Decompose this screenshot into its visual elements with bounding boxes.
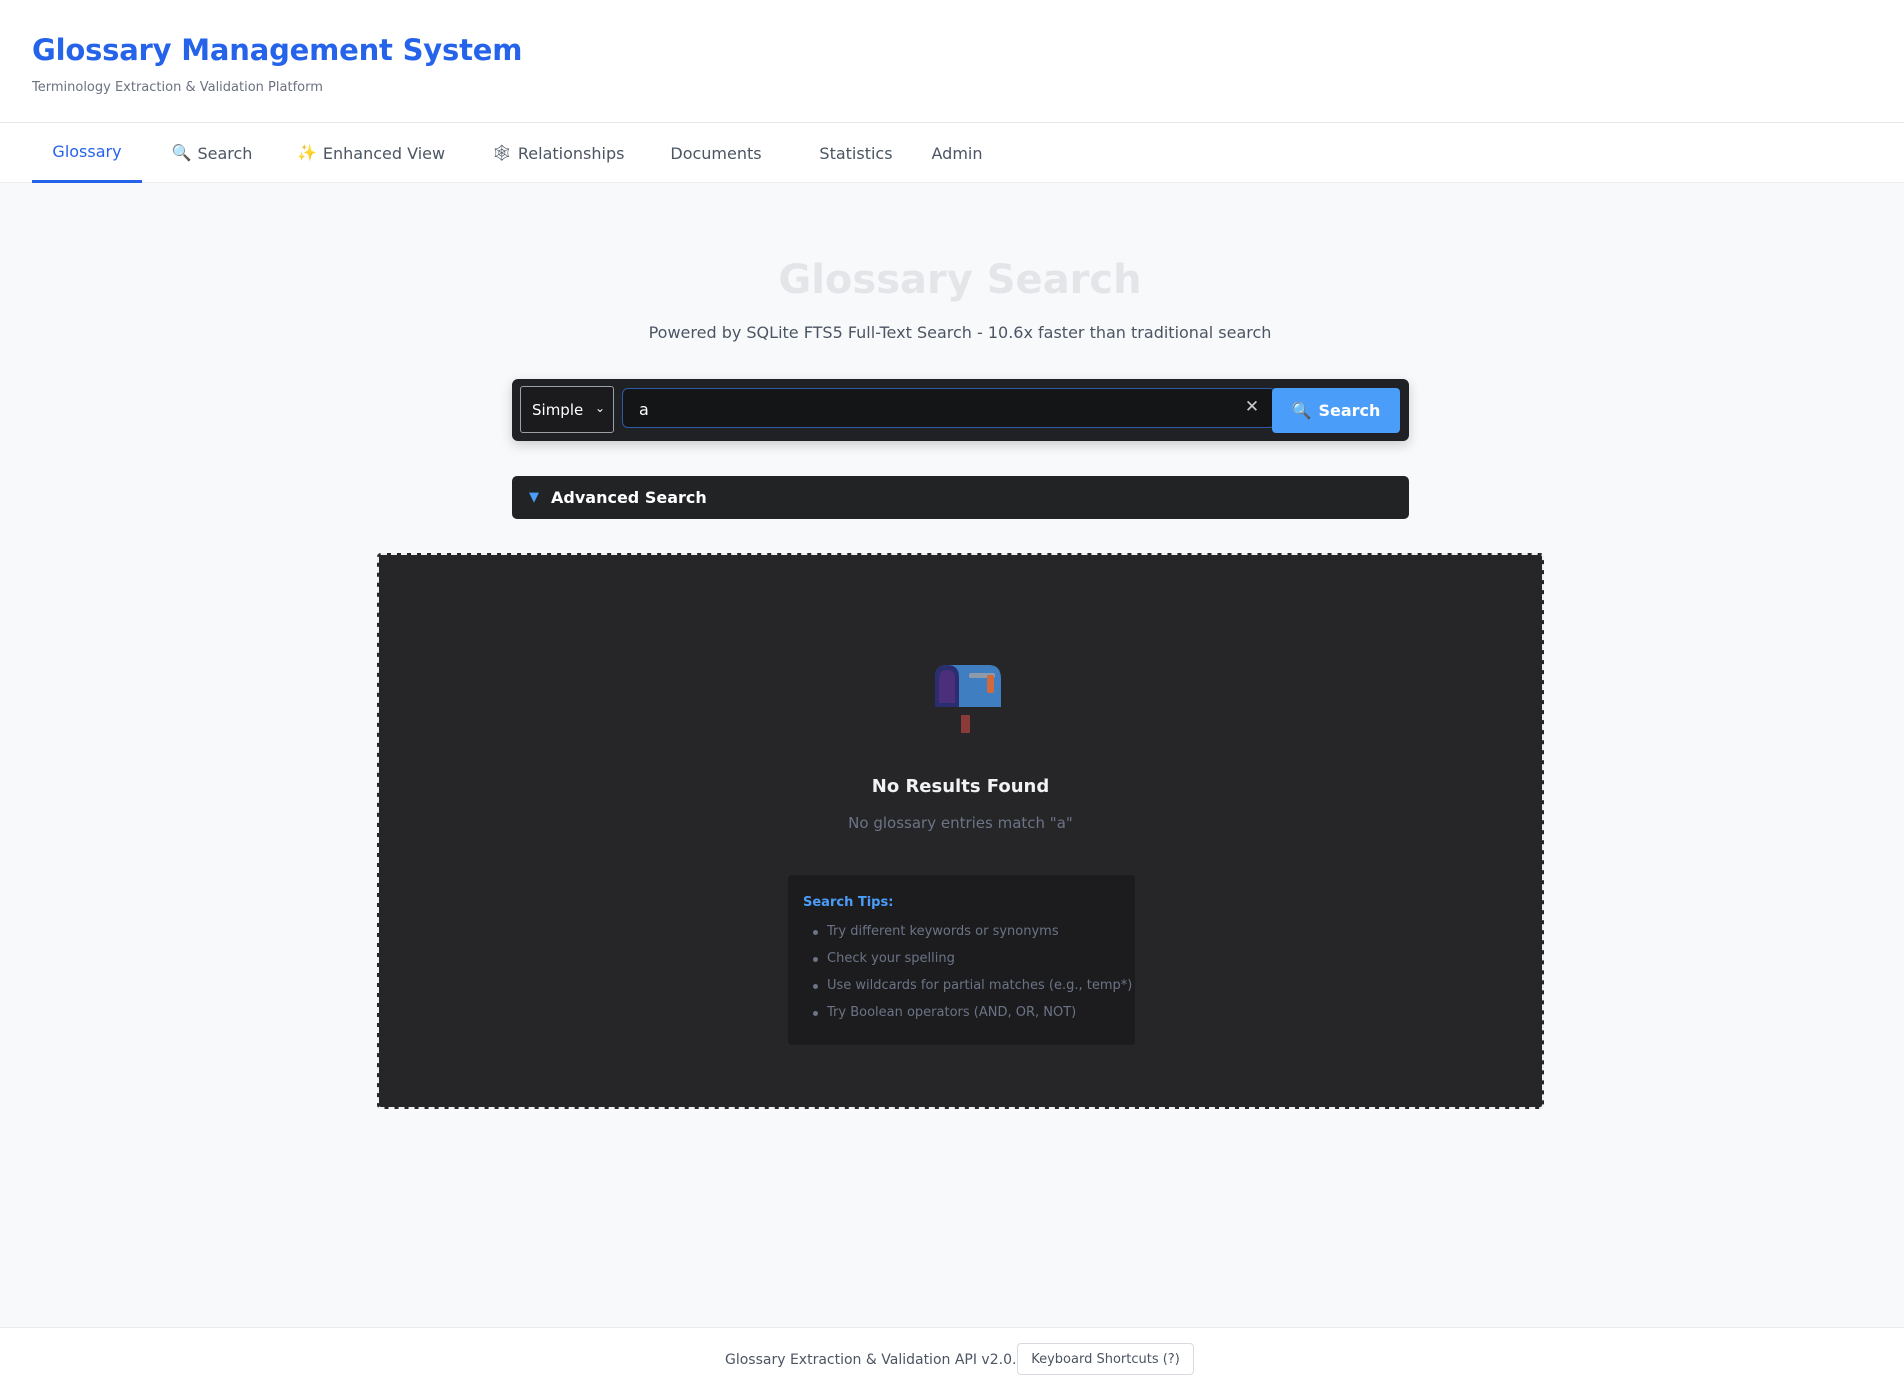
search-input[interactable] [639,398,1219,420]
tab-label: Glossary [52,142,122,161]
tab-documents[interactable]: Documents [664,123,768,183]
advanced-search-toggle[interactable]: ▼ Advanced Search [512,476,1409,519]
search-icon: 🔍 [171,143,192,162]
clear-search-button[interactable]: ✕ [1241,396,1263,418]
tab-label: Enhanced View [322,143,446,163]
page-subtitle: Powered by SQLite FTS5 Full-Text Search … [648,323,1272,342]
search-bar: Simple ⌄ ✕ 🔍 Search [512,379,1409,441]
tab-label: Relationships [517,143,625,163]
api-version-text: Glossary Extraction & Validation API v2.… [725,1352,1026,1368]
advanced-search-label: Advanced Search [551,488,707,507]
tab-statistics[interactable]: Statistics [806,123,906,183]
tab-admin[interactable]: Admin [924,123,990,183]
tab-label: Admin [931,143,983,163]
app-subtitle: Terminology Extraction & Validation Plat… [32,80,323,95]
list-item: Check your spelling [803,945,1120,972]
search-tips-title: Search Tips: [803,895,894,910]
triangle-down-icon: ▼ [529,490,539,505]
no-results-title: No Results Found [871,776,1050,797]
sparkles-icon: ✨ [296,143,317,162]
tab-enhanced-view[interactable]: ✨ Enhanced View [296,123,446,183]
app-title: Glossary Management System [32,33,523,67]
app-header: Glossary Management System Terminology E… [0,0,1904,123]
list-item: Try Boolean operators (AND, OR, NOT) [803,999,1120,1026]
tab-search[interactable]: 🔍 Search [166,123,258,183]
tab-label: Search [197,143,253,163]
page-title: Glossary Search [778,257,1142,303]
keyboard-shortcuts-button[interactable]: Keyboard Shortcuts (?) [1017,1343,1194,1375]
search-tips-box: Search Tips: Try different keywords or s… [788,875,1135,1045]
search-mode-value: Simple [532,400,584,419]
main-nav: Glossary 🔍 Search ✨ Enhanced View 🕸 Rela… [0,123,1904,183]
search-mode-select[interactable]: Simple ⌄ [520,386,614,433]
search-input-wrapper: ✕ [622,388,1276,428]
search-tips-list: Try different keywords or synonyms Check… [803,918,1132,1026]
chevron-down-icon: ⌄ [594,401,605,415]
no-results-message: No glossary entries match "a" [848,814,1073,832]
footer: Glossary Extraction & Validation API v2.… [0,1327,1904,1393]
results-panel: No Results Found No glossary entries mat… [377,553,1544,1109]
network-icon: 🕸 [491,143,512,162]
search-button-label: Search [1318,401,1381,420]
search-button[interactable]: 🔍 Search [1272,388,1400,433]
list-item: Use wildcards for partial matches (e.g.,… [803,972,1132,999]
tab-label: Statistics [819,143,893,163]
mailbox-icon [935,665,1001,733]
tab-label: Documents [670,143,762,163]
tab-glossary[interactable]: Glossary [32,123,142,183]
list-item: Try different keywords or synonyms [803,918,1120,945]
tab-relationships[interactable]: 🕸 Relationships [488,123,628,183]
search-icon: 🔍 [1291,401,1312,420]
